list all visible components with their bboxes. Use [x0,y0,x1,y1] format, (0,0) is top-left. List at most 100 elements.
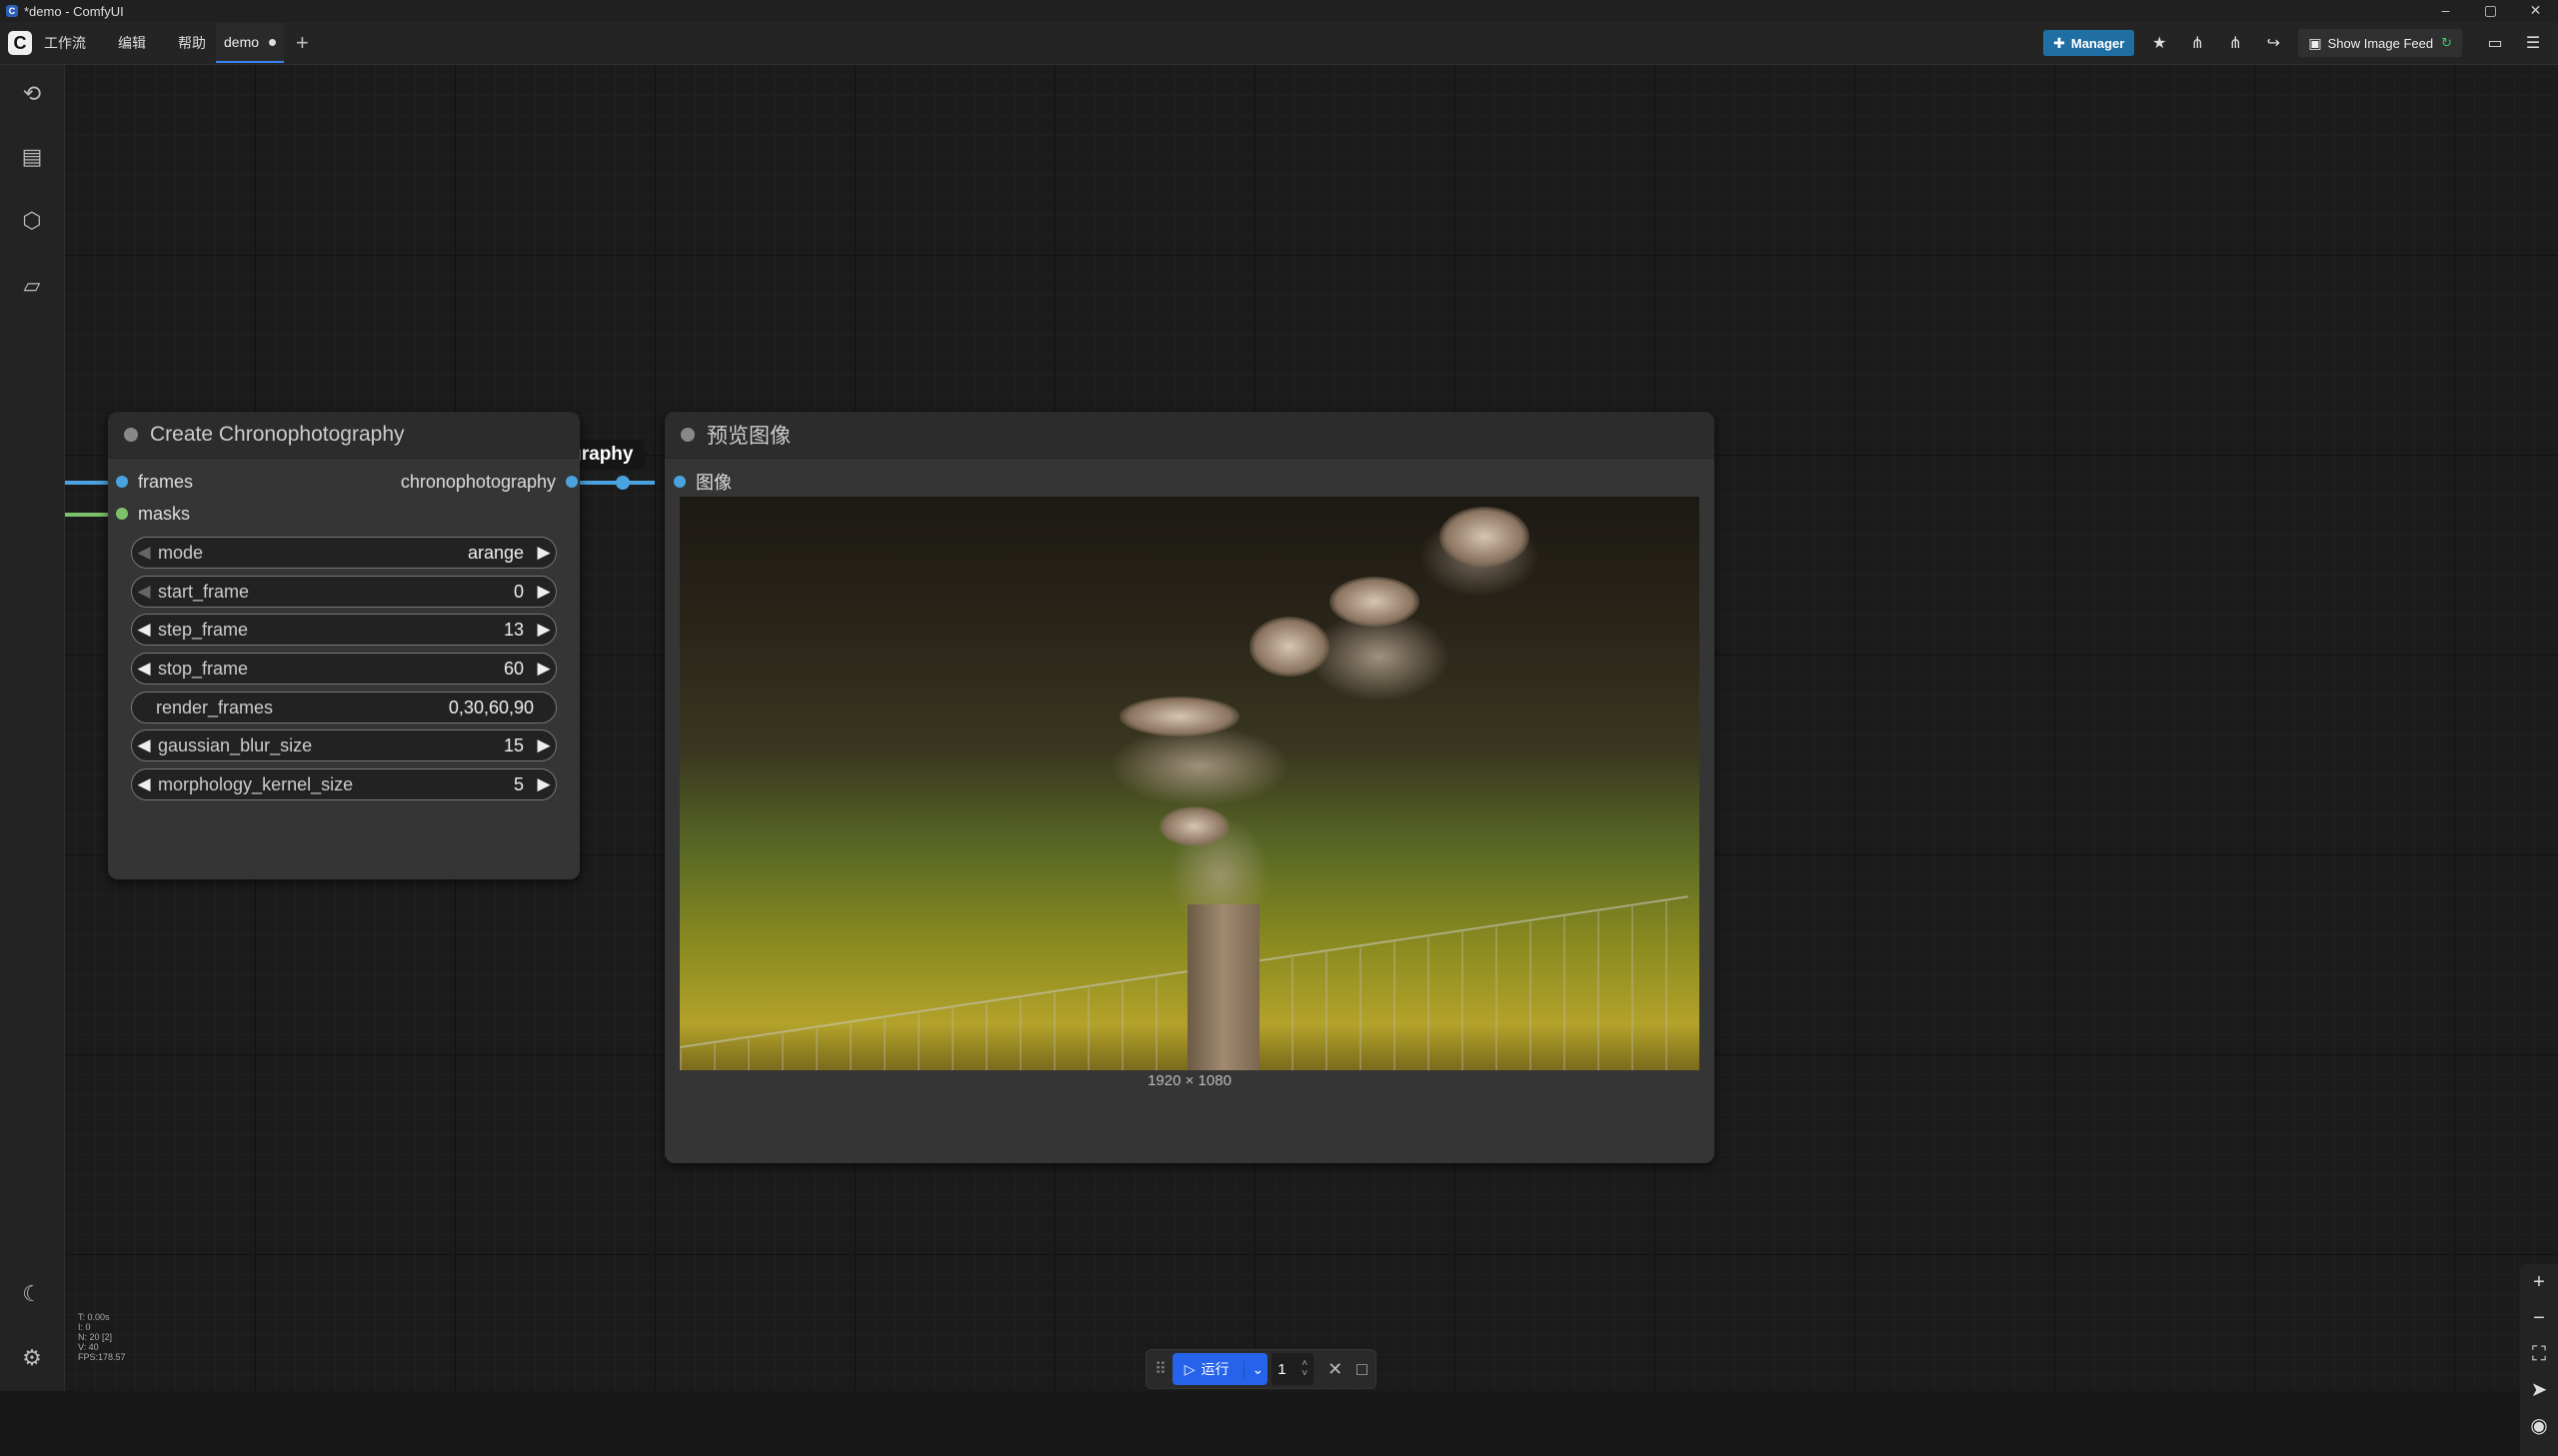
input-slot-image[interactable]: 图像 [674,469,732,495]
widget-stop-frame[interactable]: ◀ stop_frame 60 ▶ [131,653,557,685]
decrement-arrow-icon[interactable]: ◀ [132,582,156,602]
select-mode-icon[interactable]: ➤ [2531,1372,2548,1408]
widget-start-frame[interactable]: ◀ start_frame 0 ▶ [131,576,557,608]
comfyui-logo[interactable]: C [8,31,32,55]
widget-value: 5 [513,773,524,794]
run-toolbar: ⠿ ▷ 运行 ⌄ 1 ˄ ˅ ✕ □ [1146,1349,1377,1389]
puzzle-icon: ✚ [2053,34,2065,51]
clear-queue-icon[interactable]: ✕ [1327,1359,1342,1380]
refresh-icon: ↻ [2441,35,2452,50]
hamburger-menu-icon[interactable]: ☰ [2520,33,2546,53]
stat-time: T: 0.00s [78,1312,110,1322]
increment-arrow-icon[interactable]: ▶ [532,582,556,602]
menu-edit[interactable]: 编辑 [118,33,146,53]
history-icon[interactable]: ⟲ [18,80,46,108]
play-icon: ▷ [1184,1360,1196,1377]
zoom-in-icon[interactable]: + [2533,1264,2545,1300]
chevron-down-icon[interactable]: ⌄ [1243,1360,1264,1378]
stat-vertices: V: 40 [78,1342,99,1352]
menu-workflow[interactable]: 工作流 [44,33,86,53]
fit-view-icon[interactable]: ⛶ [2532,1336,2546,1372]
decrement-arrow-icon[interactable]: ◀ [132,543,156,563]
minimize-button[interactable]: – [2423,0,2468,22]
toggle-links-icon[interactable]: ◉ [2530,1408,2547,1444]
widget-value: 60 [503,658,524,679]
add-tab-button[interactable]: + [296,32,309,54]
widget-morphology-kernel-size[interactable]: ◀ morphology_kernel_size 5 ▶ [131,768,557,800]
queue-icon[interactable]: ▤ [18,143,46,171]
widget-value: 0,30,60,90 [448,697,534,718]
decrement-arrow-icon[interactable]: ◀ [132,620,156,640]
tab-demo[interactable]: demo [216,23,285,63]
manager-label: Manager [2070,35,2125,51]
batch-count-input[interactable]: 1 ˄ ˅ [1272,1353,1314,1385]
preview-image[interactable] [680,497,1699,1070]
zoom-out-icon[interactable]: − [2533,1300,2545,1336]
widget-label: render_frames [156,697,274,718]
widget-step-frame[interactable]: ◀ step_frame 13 ▶ [131,614,557,646]
increment-arrow-icon[interactable]: ▶ [532,735,556,755]
widget-label: step_frame [158,619,249,640]
node-header[interactable]: 预览图像 [665,412,1714,459]
theme-icon[interactable]: ☾ [18,1280,46,1308]
top-menubar: C 工作流 编辑 帮助 demo + ✚ Manager ★ ⋔ ⋔ ↪ ▣ S… [0,22,2558,65]
restore-button[interactable]: ▢ [2468,0,2513,22]
stop-icon[interactable]: □ [1356,1359,1367,1380]
increment-arrow-icon[interactable]: ▶ [532,620,556,640]
slot-dot-icon[interactable] [674,476,686,488]
widget-label: gaussian_blur_size [158,734,313,755]
widget-mode[interactable]: ◀ mode arange ▶ [131,537,557,569]
show-image-feed-label: Show Image Feed [2327,35,2434,51]
app-icon: C [6,5,18,17]
workflows-icon[interactable]: ▱ [18,272,46,300]
widget-value: arange [467,542,524,563]
slot-dot-icon[interactable] [116,508,128,520]
widget-value: 13 [503,619,524,640]
link-frames [65,481,109,485]
widget-render-frames[interactable]: render_frames 0,30,60,90 [131,692,557,724]
increment-arrow-icon[interactable]: ▶ [532,774,556,794]
model-fork-alt-icon[interactable]: ⋔ [2222,33,2248,53]
node-canvas[interactable]: chronophotography Create Chronophotograp… [65,65,2558,1456]
collapse-toggle-icon[interactable] [124,428,138,442]
decrement-arrow-icon[interactable]: ◀ [132,774,156,794]
widget-gaussian-blur-size[interactable]: ◀ gaussian_blur_size 15 ▶ [131,729,557,761]
input-slot-masks[interactable]: masks [116,501,190,527]
drag-handle-icon[interactable]: ⠿ [1155,1359,1167,1379]
menubar-actions: ✚ Manager ★ ⋔ ⋔ ↪ ▣ Show Image Feed ↻ ▭ … [2043,22,2558,64]
increment-arrow-icon[interactable]: ▶ [532,543,556,563]
decrement-arrow-icon[interactable]: ◀ [132,659,156,679]
collapse-toggle-icon[interactable] [681,428,695,442]
run-button[interactable]: ▷ 运行 ⌄ [1172,1353,1269,1385]
menu-help[interactable]: 帮助 [178,33,206,53]
output-slot-chronophotography[interactable]: chronophotography [401,469,578,495]
model-library-icon[interactable]: ⬡ [18,207,46,235]
link-reroute-dot[interactable] [616,476,630,490]
batch-count-value[interactable]: 1 [1278,1361,1301,1378]
bird-graphic [1250,617,1329,677]
create-chronophotography-node[interactable]: Create Chronophotography frames masks ch… [108,412,580,879]
increment-arrow-icon[interactable]: ▶ [532,659,556,679]
manager-button[interactable]: ✚ Manager [2043,30,2135,56]
decrement-arrow-icon[interactable]: ◀ [132,735,156,755]
stat-iterations: I: 0 [78,1322,91,1332]
stepper-icon[interactable]: ˄ ˅ [1301,1359,1307,1379]
image-dimensions: 1920 × 1080 [1148,1072,1232,1089]
input-slot-frames[interactable]: frames [116,469,193,495]
node-header[interactable]: Create Chronophotography [108,412,580,459]
panel-toggle-icon[interactable]: ▭ [2482,33,2508,53]
slot-label: chronophotography [400,471,556,492]
show-image-feed-button[interactable]: ▣ Show Image Feed ↻ [2298,29,2462,57]
slot-dot-icon[interactable] [566,476,578,488]
model-fork-icon[interactable]: ⋔ [2184,33,2210,53]
settings-icon[interactable]: ⚙ [18,1344,46,1372]
widget-label: start_frame [158,581,250,602]
close-window-button[interactable]: ✕ [2513,0,2558,22]
unsaved-dot-icon [269,38,277,46]
star-icon[interactable]: ★ [2146,33,2172,53]
bird-graphic [1160,806,1230,846]
slot-dot-icon[interactable] [116,476,128,488]
share-icon[interactable]: ↪ [2260,33,2286,53]
widget-label: mode [158,542,204,563]
preview-image-node[interactable]: 预览图像 图像 1920 × 1080 [665,412,1714,1163]
